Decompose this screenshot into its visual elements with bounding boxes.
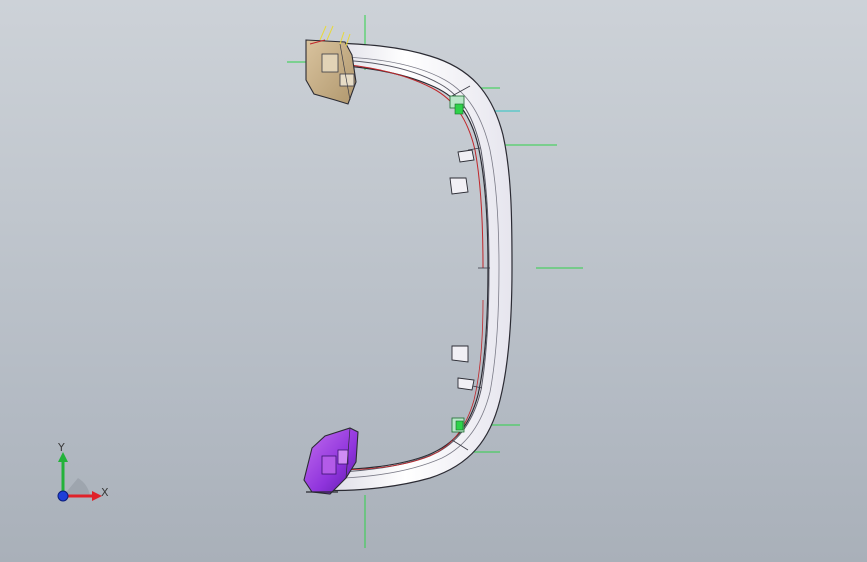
y-axis-label: Y xyxy=(58,441,65,454)
coordinate-triad: Y X xyxy=(50,440,120,510)
mounting-clip-tabs xyxy=(449,149,475,391)
x-axis-label: X xyxy=(101,486,109,499)
bumper-inner-lip xyxy=(339,59,490,473)
top-mounting-bracket xyxy=(305,39,357,105)
z-axis-origin-icon xyxy=(57,490,69,502)
bumper-part-model[interactable] xyxy=(0,0,867,562)
graphics-viewport[interactable]: Y X xyxy=(0,0,867,562)
